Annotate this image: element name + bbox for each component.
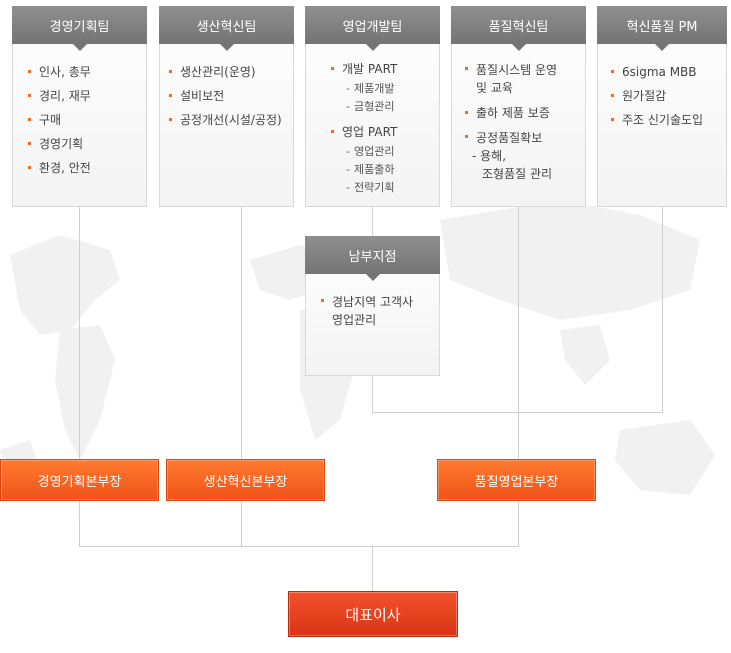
duty-item: 품질시스템 운영 및 교육 bbox=[465, 61, 585, 97]
division-head-production: 생산혁신본부장 bbox=[166, 459, 325, 501]
team-card-production: 생산혁신팀 생산관리(운영) 설비보전 공정개선(시설/공정) bbox=[159, 6, 294, 207]
duty-item: 인사, 총무 bbox=[28, 64, 146, 80]
duty-item: 원가절감 bbox=[611, 88, 726, 104]
connector-line bbox=[372, 546, 373, 591]
duty-item: 구매 bbox=[28, 112, 146, 128]
part-label: 영업 PART bbox=[342, 125, 398, 139]
team-duties: 품질시스템 운영 및 교육 출하 제품 보증 공정품질확보 - 용해, 조형품질… bbox=[452, 44, 585, 183]
team-title: 품질혁신팀 bbox=[451, 6, 586, 51]
team-duties: 6sigma MBB 원가절감 주조 신기술도입 bbox=[598, 44, 726, 128]
duty-item: 6sigma MBB bbox=[611, 64, 726, 80]
duty-item: 환경, 안전 bbox=[28, 160, 146, 176]
part-subitems: 제품개발 금형관리 bbox=[342, 80, 439, 116]
duty-item: 주조 신기술도입 bbox=[611, 112, 726, 128]
sub-item: 제품개발 bbox=[346, 80, 439, 98]
sub-item: 전략기획 bbox=[346, 179, 439, 197]
part-subitems: 영업관리 제품출하 전략기획 bbox=[342, 143, 439, 197]
team-duties: 생산관리(운영) 설비보전 공정개선(시설/공정) bbox=[160, 44, 293, 128]
branch-card-south: 남부지점 경남지역 고객사 영업관리 bbox=[305, 236, 440, 376]
connector-line bbox=[372, 412, 663, 413]
duty-item: 경영기획 bbox=[28, 136, 146, 152]
duty-item: 설비보전 bbox=[169, 88, 293, 104]
team-title: 영업개발팀 bbox=[305, 6, 440, 51]
part-item: 영업 PART 영업관리 제품출하 전략기획 bbox=[331, 124, 439, 197]
branch-title: 남부지점 bbox=[305, 236, 440, 281]
ceo-box: 대표이사 bbox=[288, 591, 458, 637]
sub-item: 영업관리 bbox=[346, 143, 439, 161]
duty-item: 생산관리(운영) bbox=[169, 64, 293, 80]
connector-line bbox=[79, 546, 519, 547]
connector-line bbox=[372, 375, 373, 413]
team-duties: 인사, 총무 경리, 재무 구매 경영기획 환경, 안전 bbox=[13, 44, 146, 176]
duty-item: 경리, 재무 bbox=[28, 88, 146, 104]
duty-item: 출하 제품 보증 bbox=[465, 105, 585, 121]
team-card-innovation-pm: 혁신품질 PM 6sigma MBB 원가절감 주조 신기술도입 bbox=[597, 6, 727, 207]
division-head-quality-sales: 품질영업본부장 bbox=[437, 459, 596, 501]
division-head-management: 경영기획본부장 bbox=[0, 459, 159, 501]
team-card-quality: 품질혁신팀 품질시스템 운영 및 교육 출하 제품 보증 공정품질확보 - 용해… bbox=[451, 6, 586, 207]
team-card-sales-dev: 영업개발팀 개발 PART 제품개발 금형관리 영업 PART 영업관리 제품출… bbox=[305, 6, 440, 207]
team-title: 혁신품질 PM bbox=[597, 6, 727, 51]
team-duties: 개발 PART 제품개발 금형관리 영업 PART 영업관리 제품출하 전략기획 bbox=[306, 44, 439, 197]
sub-item: 제품출하 bbox=[346, 161, 439, 179]
branch-duties: 경남지역 고객사 영업관리 bbox=[306, 274, 439, 329]
team-card-management: 경영기획팀 인사, 총무 경리, 재무 구매 경영기획 환경, 안전 bbox=[12, 6, 147, 207]
duty-item: 공정개선(시설/공정) bbox=[169, 112, 293, 128]
team-title: 경영기획팀 bbox=[12, 6, 147, 51]
connector-line bbox=[662, 206, 663, 413]
duty-item: 공정품질확보 - 용해, 조형품질 관리 bbox=[465, 129, 585, 183]
sub-item: 금형관리 bbox=[346, 98, 439, 116]
connector-line bbox=[372, 206, 373, 236]
team-title: 생산혁신팀 bbox=[159, 6, 294, 51]
part-label: 개발 PART bbox=[342, 62, 398, 76]
duty-item: 경남지역 고객사 영업관리 bbox=[321, 293, 439, 329]
part-item: 개발 PART 제품개발 금형관리 bbox=[331, 61, 439, 116]
